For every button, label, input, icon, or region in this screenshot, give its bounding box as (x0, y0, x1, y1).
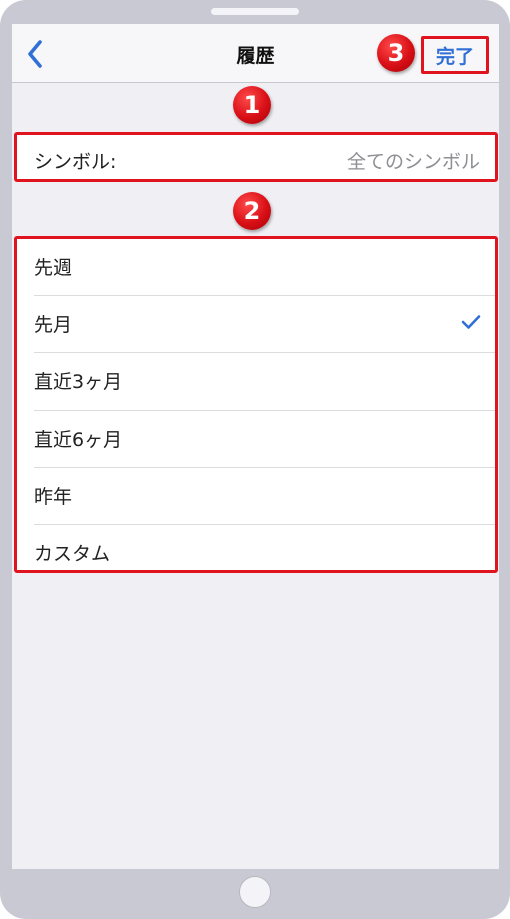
period-label: 昨年 (34, 485, 73, 508)
period-option-last-week[interactable]: 先週 (34, 239, 495, 297)
done-button[interactable]: 完了 (421, 36, 489, 74)
step-marker-3: 3 (377, 34, 415, 72)
symbol-value: 全てのシンボル (346, 151, 480, 173)
period-label: 先月 (34, 314, 73, 337)
period-option-last-3-months[interactable]: 直近3ヶ月 (34, 353, 495, 411)
navigation-bar: 履歴 完了 (12, 24, 499, 83)
speaker-grille (211, 8, 299, 15)
symbol-row[interactable]: シンボル: 全てのシンボル (14, 132, 498, 182)
period-option-last-year[interactable]: 昨年 (34, 468, 495, 525)
checkmark-icon (461, 315, 481, 329)
home-button[interactable] (239, 876, 271, 908)
period-label: 直近3ヶ月 (34, 371, 123, 394)
symbol-label: シンボル: (34, 151, 117, 173)
period-label: 直近6ヶ月 (34, 428, 123, 451)
period-label: 先週 (34, 257, 73, 279)
step-marker-1: 1 (233, 86, 271, 124)
period-label: カスタム (34, 542, 111, 565)
screen: 履歴 完了 3 1 シンボル: 全てのシンボル 2 先週 先月 直近3ヶ月 直近… (12, 24, 499, 869)
period-option-last-6-months[interactable]: 直近6ヶ月 (34, 411, 495, 468)
device-frame: 履歴 完了 3 1 シンボル: 全てのシンボル 2 先週 先月 直近3ヶ月 直近… (0, 0, 510, 919)
period-list: 先週 先月 直近3ヶ月 直近6ヶ月 昨年 カスタム (14, 236, 498, 573)
period-option-custom[interactable]: カスタム (34, 525, 495, 582)
step-marker-2: 2 (233, 192, 271, 230)
period-option-last-month[interactable]: 先月 (34, 296, 495, 354)
